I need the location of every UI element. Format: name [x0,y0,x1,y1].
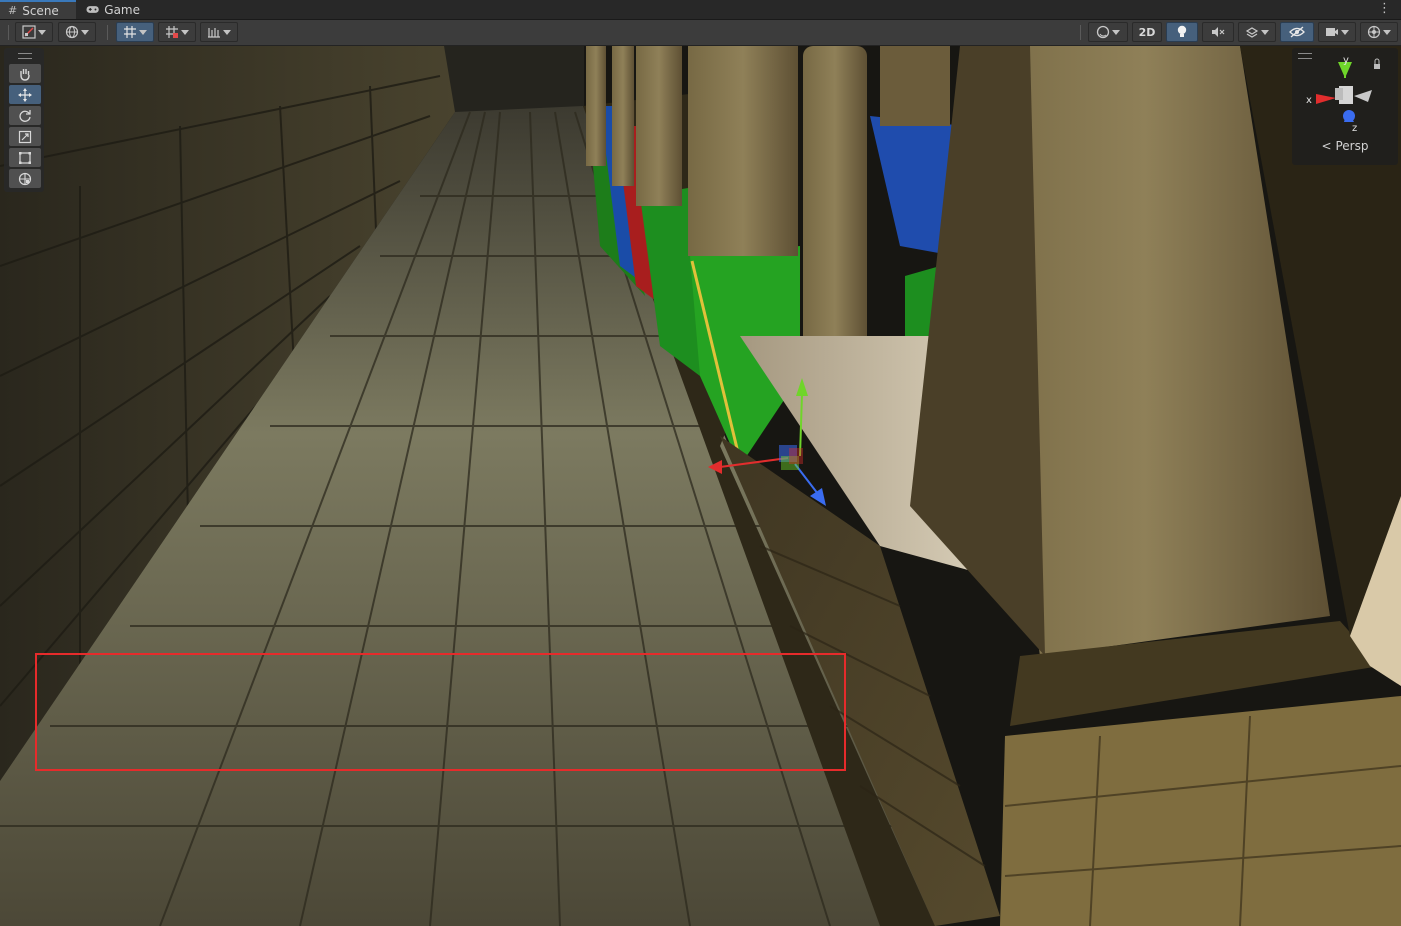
toolbar-separator [107,25,108,40]
shading-mode-dropdown[interactable] [1088,22,1128,42]
axis-z-label: z [1352,123,1357,134]
toolbar-separator [8,25,9,40]
scene-lighting-toggle[interactable] [1166,22,1198,42]
scene-audio-toggle[interactable] [1202,22,1234,42]
chevron-down-icon [1112,29,1120,35]
tab-game-label: Game [104,2,140,17]
draw-mode-icon [22,25,36,39]
rotate-icon [19,109,31,122]
hand-icon [20,68,30,81]
eye-slash-icon [1289,26,1305,38]
grid-snapping-toggle[interactable] [116,22,154,42]
camera-settings-dropdown[interactable] [1318,22,1356,42]
rule-ruler-dropdown[interactable] [200,22,238,42]
effects-layers-icon [1245,27,1259,38]
chevron-down-icon [1341,29,1349,35]
overlay-drag-handle[interactable] [18,53,32,59]
editor-tab-bar: # Scene Game ⋮ [0,0,1401,20]
lightbulb-icon [1177,25,1187,37]
orientation-gizmo: y x z < Persp [1292,48,1398,165]
draw-mode-dropdown[interactable] [15,22,53,42]
axis-gizmo-graphic[interactable]: y x z [1292,48,1398,138]
camera-icon [1326,28,1338,36]
global-local-dropdown[interactable] [58,22,96,42]
axis-x-label: x [1306,95,1312,106]
scale-icon [18,130,32,143]
snap-increment-icon [166,26,178,38]
rect-tool-button[interactable] [9,148,41,167]
move-tool-button[interactable] [9,85,41,104]
chevron-down-icon [81,29,89,35]
sphere-shading-icon [1096,25,1110,39]
rect-transform-icon [19,151,31,164]
chevron-down-icon [38,29,46,35]
tools-overlay [4,48,44,192]
tab-game[interactable]: Game [78,0,148,19]
scene-render [0,46,1401,926]
toolbar-separator [1080,25,1081,40]
transform-tool-button[interactable] [9,169,41,188]
chevron-down-icon [181,29,189,35]
ruler-icon [208,28,220,38]
chevron-left-icon: < [1321,139,1332,153]
scene-toolbar: 2D [0,20,1401,46]
tab-scene[interactable]: # Scene [0,0,76,19]
chevron-down-icon [1383,29,1391,35]
scene-viewport[interactable] [0,46,1401,926]
kebab-menu-icon[interactable]: ⋮ [1378,1,1391,16]
tab-scene-label: Scene [22,3,59,18]
audio-mute-icon [1212,27,1225,37]
transform-combined-icon [18,172,32,185]
globe-icon [65,25,79,39]
highlight-rectangle [35,653,846,771]
grid-hash-icon: # [8,4,18,17]
scene-effects-dropdown[interactable] [1238,22,1276,42]
gamepad-icon [86,6,99,13]
chevron-down-icon [1261,29,1269,35]
toggle-2d-button[interactable]: 2D [1132,22,1162,42]
increment-snapping-dropdown[interactable] [158,22,196,42]
toggle-2d-label: 2D [1138,25,1156,39]
rotate-tool-button[interactable] [9,106,41,125]
projection-toggle[interactable]: < Persp [1292,139,1398,153]
hand-tool-button[interactable] [9,64,41,83]
chevron-down-icon [139,29,147,35]
gizmos-globe-icon [1367,25,1381,39]
scene-visibility-toggle[interactable] [1280,22,1314,42]
gizmos-dropdown[interactable] [1360,22,1398,42]
move-arrows-icon [18,87,32,102]
chevron-down-icon [223,29,231,35]
axis-y-label: y [1343,55,1349,66]
projection-label: Persp [1335,139,1369,153]
scale-tool-button[interactable] [9,127,41,146]
grid-snap-icon [124,26,136,38]
